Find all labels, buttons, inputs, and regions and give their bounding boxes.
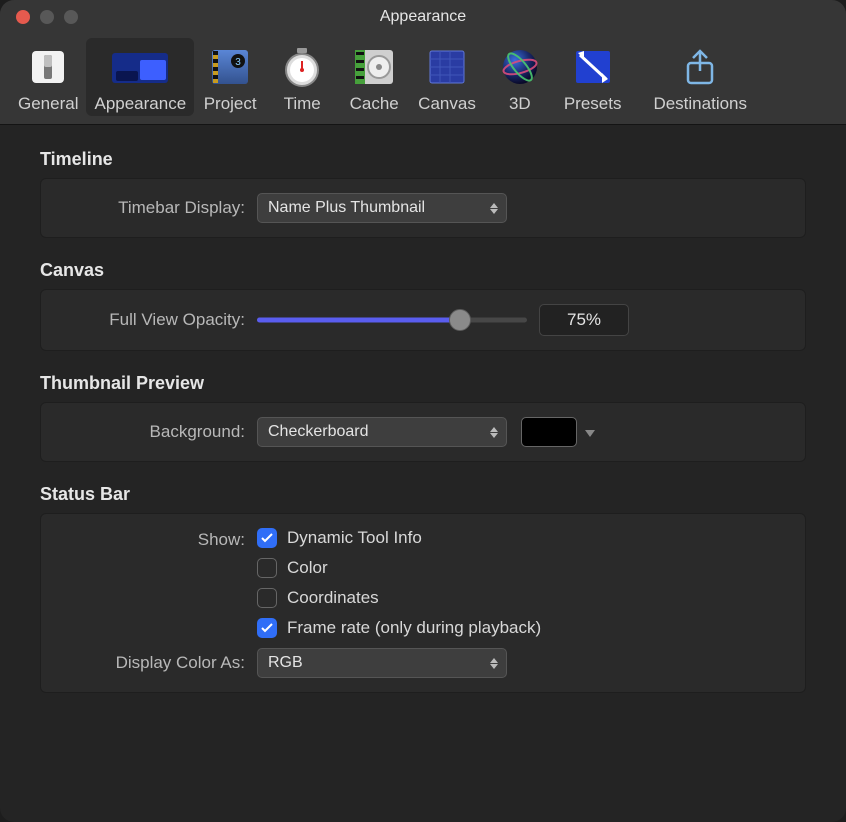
tab-general[interactable]: General [10, 38, 86, 116]
checkbox[interactable] [257, 618, 277, 638]
switch-icon [30, 44, 66, 90]
timebar-display-label: Timebar Display: [57, 198, 257, 218]
content-area: Timeline Timebar Display: Name Plus Thum… [0, 125, 846, 739]
full-view-opacity-slider[interactable] [257, 307, 527, 333]
tab-destinations[interactable]: Destinations [645, 38, 755, 116]
section-title-canvas: Canvas [40, 260, 806, 281]
full-view-opacity-value[interactable]: 75% [539, 304, 629, 336]
svg-text:3: 3 [235, 57, 241, 68]
check-dynamic-tool-info[interactable]: Dynamic Tool Info [257, 528, 789, 548]
canvas-icon [428, 44, 466, 90]
tab-time[interactable]: Time [266, 38, 338, 116]
preferences-toolbar: General Appearance 3 Project Time Cache [0, 34, 846, 125]
tab-presets[interactable]: Presets [556, 38, 630, 116]
display-color-as-popup[interactable]: RGB [257, 648, 507, 678]
sphere-icon [500, 44, 540, 90]
chevron-down-icon[interactable] [585, 422, 595, 442]
full-view-opacity-label: Full View Opacity: [57, 310, 257, 330]
close-window-button[interactable] [16, 10, 30, 24]
presets-icon [574, 44, 612, 90]
preferences-window: Appearance General Appearance 3 Project [0, 0, 846, 822]
show-label: Show: [57, 528, 257, 550]
check-color[interactable]: Color [257, 558, 789, 578]
slider-thumb[interactable] [449, 309, 471, 331]
cache-icon [353, 44, 395, 90]
window-title: Appearance [380, 8, 466, 26]
check-coordinates[interactable]: Coordinates [257, 588, 789, 608]
window-controls [16, 10, 78, 24]
share-icon [682, 44, 718, 90]
tab-appearance[interactable]: Appearance [86, 38, 194, 116]
zoom-window-button[interactable] [64, 10, 78, 24]
titlebar: Appearance [0, 0, 846, 34]
section-statusbar: Show: Dynamic Tool Info Color [40, 513, 806, 693]
tab-cache[interactable]: Cache [338, 38, 410, 116]
check-frame-rate[interactable]: Frame rate (only during playback) [257, 618, 789, 638]
section-timeline: Timebar Display: Name Plus Thumbnail [40, 178, 806, 238]
minimize-window-button[interactable] [40, 10, 54, 24]
section-title-statusbar: Status Bar [40, 484, 806, 505]
project-icon: 3 [210, 44, 250, 90]
popup-arrows-icon [490, 203, 498, 214]
background-color-well[interactable] [521, 417, 577, 447]
popup-arrows-icon [490, 658, 498, 669]
timebar-display-popup[interactable]: Name Plus Thumbnail [257, 193, 507, 223]
section-canvas: Full View Opacity: 75% [40, 289, 806, 351]
background-popup[interactable]: Checkerboard [257, 417, 507, 447]
background-label: Background: [57, 422, 257, 442]
appearance-icon [110, 44, 170, 90]
stopwatch-icon [283, 44, 321, 90]
section-title-thumbnail: Thumbnail Preview [40, 373, 806, 394]
tab-project[interactable]: 3 Project [194, 38, 266, 116]
section-thumbnail: Background: Checkerboard [40, 402, 806, 462]
popup-arrows-icon [490, 427, 498, 438]
checkbox[interactable] [257, 528, 277, 548]
tab-3d[interactable]: 3D [484, 38, 556, 116]
tab-canvas[interactable]: Canvas [410, 38, 484, 116]
checkbox[interactable] [257, 588, 277, 608]
section-title-timeline: Timeline [40, 149, 806, 170]
checkbox[interactable] [257, 558, 277, 578]
display-color-as-label: Display Color As: [57, 653, 257, 673]
